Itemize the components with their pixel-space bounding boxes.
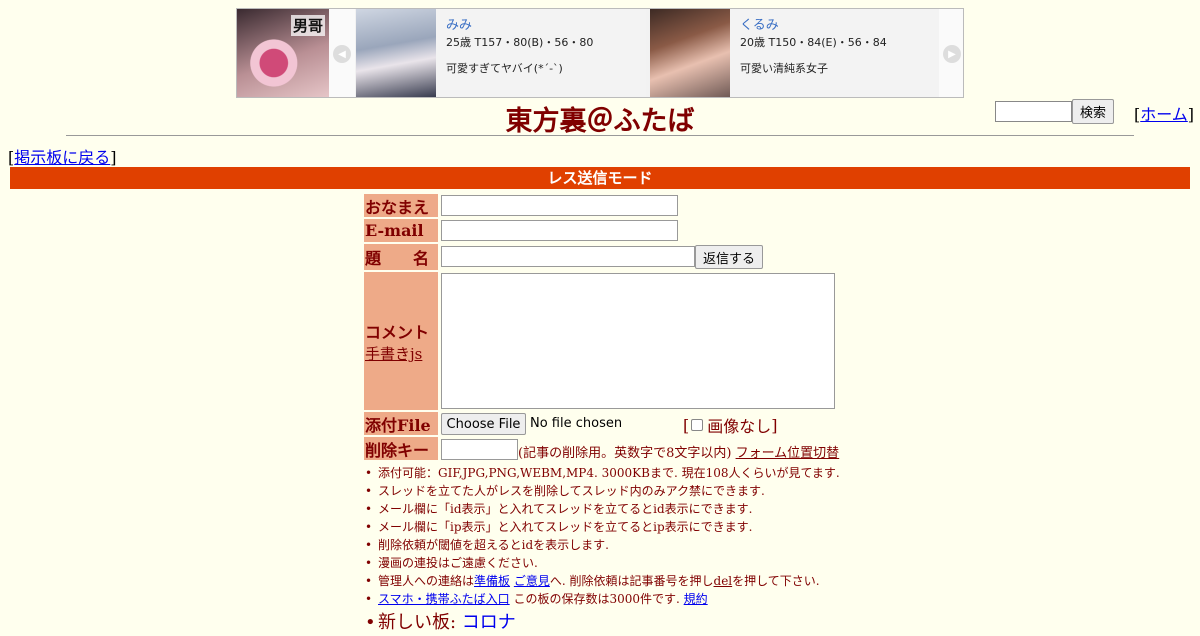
ad-logo-image[interactable]: 男哥 (237, 9, 329, 97)
list-item: 漫画の連投はご遠慮ください. (364, 554, 924, 572)
comment-label: コメント (365, 322, 430, 342)
list-item: スレッドを立てた人がレスを削除してスレッド内のみアク禁にできます. (364, 482, 924, 500)
list-item: 管理人への連絡は準備板 ご意見へ. 削除依頼は記事番号を押しdelを押して下さい… (364, 572, 924, 590)
feedback-link[interactable]: ご意見 (514, 574, 550, 588)
reply-mode-banner: レス送信モード (10, 167, 1190, 189)
delete-key-input[interactable] (441, 439, 518, 460)
home-link[interactable]: ホーム (1140, 105, 1188, 124)
board-notes: 添付可能：GIF,JPG,PNG,WEBM,MP4. 3000KBまで. 現在1… (364, 464, 924, 636)
form-position-toggle-link[interactable]: フォーム位置切替 (736, 446, 840, 461)
delete-key-note: (記事の削除用。英数字で8文字以内) フォーム位置切替 (518, 446, 840, 461)
ad-card-catch: 可愛すぎてヤバイ(*´-`) (446, 62, 563, 75)
email-input[interactable] (441, 220, 678, 241)
ad-logo-text: 男哥 (290, 15, 325, 36)
search-button[interactable]: 検索 (1072, 99, 1114, 124)
ad-card-name[interactable]: みみ (446, 14, 646, 33)
back-link-wrapper: [掲示板に戻る] (8, 148, 117, 167)
list-item: スマホ・携帯ふたば入口 この板の保存数は3000件です. 規約 (364, 590, 924, 608)
name-label: おなまえ (364, 194, 438, 217)
ad-banner[interactable]: 男哥 ◀ みみ 25歳 T157・80(B)・56・80 可愛すぎてヤバイ(*´… (236, 8, 964, 98)
ad-card[interactable]: みみ 25歳 T157・80(B)・56・80 可愛すぎてヤバイ(*´-`) (356, 9, 646, 97)
ad-photo[interactable] (650, 9, 730, 97)
back-to-board-link[interactable]: 掲示板に戻る (14, 148, 110, 167)
mobile-entrance-link[interactable]: スマホ・携帯ふたば入口 (378, 592, 510, 606)
del-link[interactable]: del (714, 574, 733, 588)
submit-reply-button[interactable]: 返信する (695, 245, 763, 269)
no-image-checkbox[interactable] (691, 419, 704, 431)
ad-prev-button[interactable]: ◀ (329, 9, 355, 97)
file-label: 添付File (364, 412, 438, 435)
prep-board-link[interactable]: 準備板 (474, 574, 510, 588)
list-item: 添付可能：GIF,JPG,PNG,WEBM,MP4. 3000KBまで. 現在1… (364, 464, 924, 482)
file-status: No file chosen (530, 416, 623, 431)
ad-next-button[interactable]: ▶ (939, 9, 963, 97)
ad-card-catch: 可愛い清純系女子 (740, 62, 828, 75)
no-image-option[interactable]: [ 画像なし ] (683, 413, 778, 437)
ad-card-spec: 25歳 T157・80(B)・56・80 (446, 36, 594, 49)
list-item: 新しい板: コロナ (364, 610, 924, 636)
home-link-wrapper: [ホーム] (1134, 105, 1195, 124)
comment-textarea[interactable] (441, 273, 835, 409)
list-item: 削除依頼が閾値を超えるとidを表示します. (364, 536, 924, 554)
search-input[interactable] (995, 101, 1072, 122)
comment-label-cell: コメント 手書きjs (364, 272, 438, 410)
header-divider (66, 135, 1134, 136)
delete-key-label: 削除キー (364, 437, 438, 460)
subject-input[interactable] (441, 246, 695, 267)
name-input[interactable] (441, 195, 678, 216)
no-image-label: 画像なし (707, 417, 772, 436)
ad-card-spec: 20歳 T150・84(E)・56・84 (740, 36, 887, 49)
choose-file-button[interactable]: Choose File (441, 413, 526, 435)
list-item: メール欄に「ip表示」と入れてスレッドを立てるとip表示にできます. (364, 518, 924, 536)
list-item: メール欄に「id表示」と入れてスレッドを立てるとid表示にできます. (364, 500, 924, 518)
ad-card-name[interactable]: くるみ (740, 14, 940, 33)
ad-card[interactable]: くるみ 20歳 T150・84(E)・56・84 可愛い清純系女子 (650, 9, 940, 97)
subject-label: 題 名 (364, 244, 438, 270)
chevron-left-icon: ◀ (333, 45, 351, 63)
rules-link[interactable]: 規約 (684, 592, 708, 606)
ad-photo[interactable] (356, 9, 436, 97)
email-label: E-mail (364, 219, 438, 242)
handwrite-link[interactable]: 手書きjs (365, 343, 422, 364)
chevron-right-icon: ▶ (943, 45, 961, 63)
